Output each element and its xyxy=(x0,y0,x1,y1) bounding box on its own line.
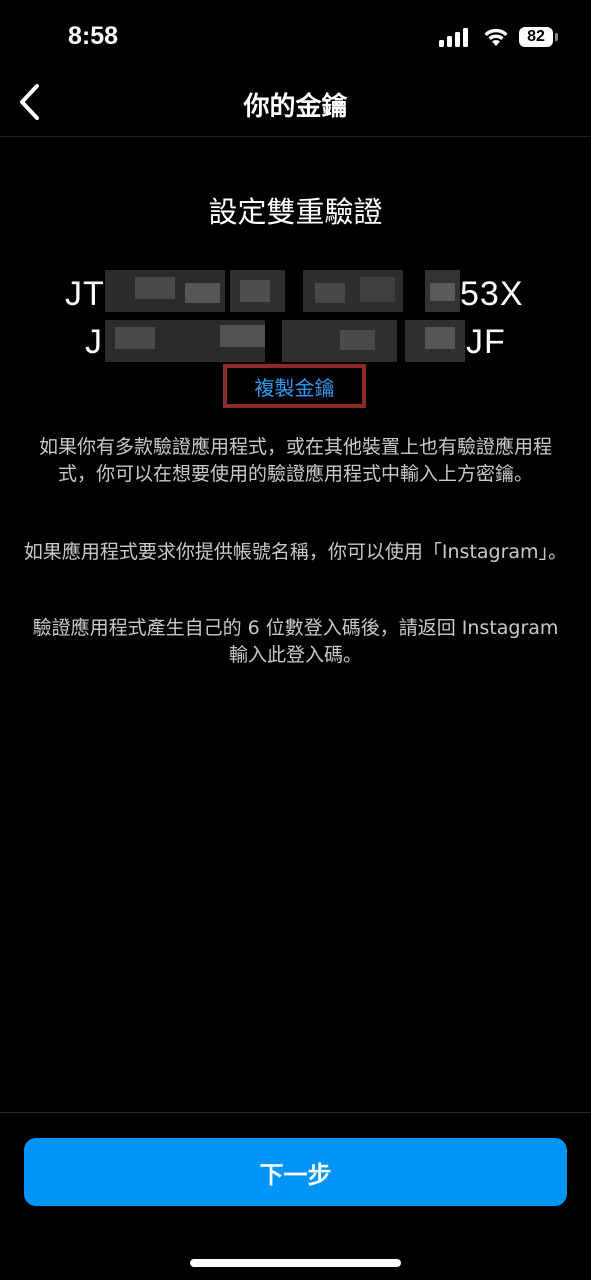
bottom-divider xyxy=(0,1112,591,1113)
battery-level: 82 xyxy=(527,28,545,45)
copy-key-link[interactable]: 複製金鑰 xyxy=(255,372,335,401)
key-line-2-start: J xyxy=(85,323,103,361)
status-icons: 82 xyxy=(439,27,558,47)
secret-key: JT 53X J JF xyxy=(60,265,530,365)
battery-icon: 82 xyxy=(519,27,558,47)
key-line-1-end: 53X xyxy=(460,275,524,313)
instruction-paragraph-2: 如果應用程式要求你提供帳號名稱，你可以使用「Instagram」。 xyxy=(23,541,568,563)
next-button[interactable]: 下一步 xyxy=(24,1138,567,1206)
copy-key-highlight: 複製金鑰 xyxy=(223,364,366,408)
key-line-2-end: JF xyxy=(466,323,506,361)
signal-icon xyxy=(439,27,471,47)
status-bar: 8:58 82 xyxy=(0,0,591,80)
page-title: 你的金鑰 xyxy=(243,92,348,122)
key-line-1-start: JT xyxy=(65,275,105,313)
wifi-icon xyxy=(484,28,508,46)
home-indicator[interactable] xyxy=(190,1259,401,1267)
status-time: 8:58 xyxy=(68,22,119,50)
nav-bar: 你的金鑰 xyxy=(0,70,591,137)
setup-heading: 設定雙重驗證 xyxy=(208,195,383,229)
instruction-paragraph-3: 驗證應用程式產生自己的 6 位數登入碼後，請返回 Instagram 輸入此登入… xyxy=(32,617,559,666)
instruction-paragraph-1: 如果你有多款驗證應用程式，或在其他裝置上也有驗證應用程式，你可以在想要使用的驗證… xyxy=(38,436,552,485)
